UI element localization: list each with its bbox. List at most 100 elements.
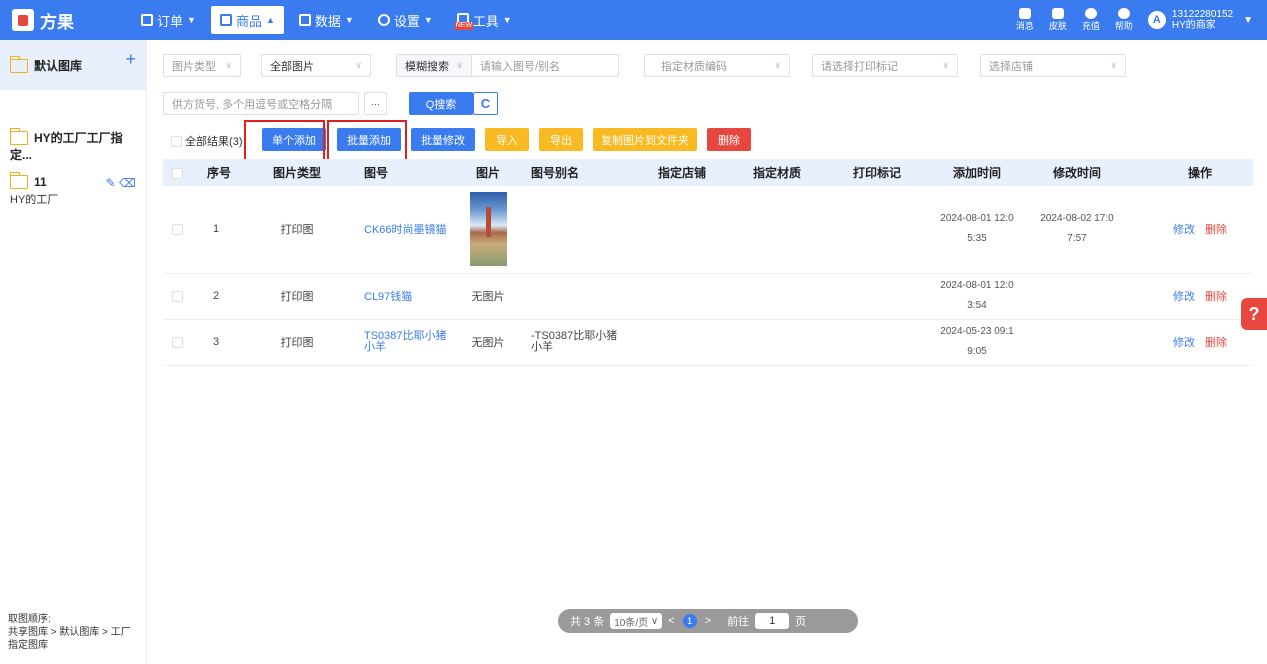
chevron-down-icon: ∨ <box>225 60 232 70</box>
column-header: 图号 <box>364 166 389 180</box>
add-library-button[interactable]: + <box>125 50 136 68</box>
edit-icon[interactable]: ✎ <box>106 176 116 190</box>
next-page-button[interactable]: > <box>705 615 711 627</box>
material-code-select[interactable]: 指定材质编码 ∨ <box>644 54 790 77</box>
cell-alias: -TS0387比耶小猪 小羊 <box>517 319 637 366</box>
nav-label: 商品 <box>235 13 262 29</box>
sidebar-item-11[interactable]: 11 HY的工厂 ✎ ⌫ <box>0 171 146 216</box>
floating-help-button[interactable]: ? <box>1241 298 1267 330</box>
cell-mark <box>827 186 927 274</box>
search-button[interactable]: Q搜索 <box>409 92 473 115</box>
delete-link[interactable]: 删除 <box>1205 337 1227 349</box>
sidebar-item-factory-library[interactable]: HY的工厂工厂指定... <box>0 110 146 162</box>
select-value: 图片类型 <box>172 60 216 73</box>
page-number-current[interactable]: 1 <box>682 614 697 628</box>
highlight-box <box>244 120 325 162</box>
code-line: 小羊 <box>364 341 386 353</box>
copy-to-folder-button[interactable]: 复制图片到文件夹 <box>593 128 697 151</box>
folder-icon <box>9 127 28 145</box>
logo-icon <box>12 9 34 31</box>
cell-code-link[interactable]: TS0387比耶小猪 小羊 <box>347 319 459 366</box>
time-line: 2024-05-23 09:1 <box>940 326 1014 337</box>
nav-products[interactable]: 商品 ▲ <box>210 6 284 34</box>
caret-up-icon: ▲ <box>265 15 275 25</box>
column-header: 指定店铺 <box>657 166 706 180</box>
cell-code-link[interactable]: CL97钱猫 <box>347 273 459 320</box>
store-select[interactable]: 选择店铺 ∨ <box>980 54 1126 77</box>
column-header: 操作 <box>1187 166 1212 180</box>
top-bar: 方果 订单 ▼ 商品 ▲ 数据 ▼ 设置 ▼ NEW 工具 ▼ 消息 皮肤 充值 帮助 A <box>0 0 1267 40</box>
caret-down-icon: ▼ <box>502 15 512 25</box>
image-type-select[interactable]: 图片类型 ∨ <box>163 54 241 77</box>
sidebar-item-default-library[interactable]: 默认图库 + <box>0 40 146 90</box>
time-line: 3:54 <box>967 300 987 311</box>
table-header-row: 序号 图片类型 图号 图片 图号别名 指定店铺 指定材质 打印标记 添加时间 修… <box>163 159 1253 186</box>
more-options-button[interactable]: ··· <box>364 92 387 115</box>
image-thumbnail[interactable] <box>469 192 507 267</box>
sidebar: 默认图库 + HY的工厂工厂指定... 11 HY的工厂 ✎ ⌫ 取图顺序: 共… <box>0 40 147 664</box>
refresh-button[interactable]: C <box>473 92 498 115</box>
cell-mark <box>827 273 927 320</box>
edit-link[interactable]: 修改 <box>1173 291 1195 303</box>
nav-settings[interactable]: 设置 ▼ <box>369 6 442 34</box>
supplier-sku-input[interactable]: 供方货号, 多个用逗号或空格分隔 <box>163 92 359 115</box>
nav-data[interactable]: 数据 ▼ <box>290 6 363 34</box>
cell-store <box>637 319 727 366</box>
help-button[interactable]: 帮助 <box>1115 8 1133 32</box>
goto-page-input[interactable]: 1 <box>755 613 790 629</box>
cell-no: 2 <box>191 273 247 320</box>
search-mode-select[interactable]: 模糊搜索 ∨ <box>396 54 472 77</box>
export-button[interactable]: 导出 <box>539 128 583 151</box>
recharge-button[interactable]: 充值 <box>1082 8 1100 32</box>
select-value: 指定材质编码 <box>661 60 727 73</box>
column-header: 序号 <box>206 166 231 180</box>
delete-link[interactable]: 删除 <box>1205 291 1227 303</box>
cell-actions: 修改 删除 <box>1127 319 1253 366</box>
row-checkbox[interactable] <box>163 319 191 366</box>
sidebar-footer: 取图顺序: 共享图库 > 默认图库 > 工厂 指定图库 <box>8 613 131 652</box>
messages-button[interactable]: 消息 <box>1016 8 1034 32</box>
alias-line: 小羊 <box>531 341 553 353</box>
product-icon <box>219 14 232 26</box>
row-checkbox[interactable] <box>163 273 191 320</box>
all-results-checkbox[interactable]: 全部结果(3) <box>171 133 243 149</box>
cell-code-link[interactable]: CK66时尚墨镜猫 <box>347 186 459 274</box>
folder-icon <box>9 171 28 189</box>
trash-icon[interactable]: ⌫ <box>119 176 136 190</box>
user-info: 13122280152 HY的商家 <box>1172 9 1233 31</box>
batch-edit-button[interactable]: 批量修改 <box>411 128 475 151</box>
all-results-label: 全部结果(3) <box>185 136 243 148</box>
folder-icon <box>9 55 28 73</box>
row-checkbox[interactable] <box>163 186 191 274</box>
app-logo[interactable]: 方果 <box>12 8 132 33</box>
prev-page-button[interactable]: < <box>668 615 674 627</box>
time-line: 5:35 <box>967 233 987 245</box>
highlight-box <box>327 120 407 161</box>
image-no-input[interactable]: 请输入图号/别名 <box>471 54 619 77</box>
edit-link[interactable]: 修改 <box>1173 337 1195 349</box>
cell-material <box>727 186 827 274</box>
edit-link[interactable]: 修改 <box>1173 224 1195 236</box>
cell-modified-time: 2024-08-02 17:0 7:57 <box>1027 186 1127 274</box>
delete-button[interactable]: 删除 <box>707 128 751 151</box>
chevron-down-icon: ∨ <box>650 615 659 627</box>
print-mark-select[interactable]: 请选择打印标记 ∨ <box>812 54 958 77</box>
cell-image: 无图片 <box>459 273 517 320</box>
delete-link[interactable]: 删除 <box>1205 224 1227 236</box>
caret-down-icon: ▼ <box>1243 14 1253 26</box>
import-button[interactable]: 导入 <box>485 128 529 151</box>
user-menu[interactable]: A 13122280152 HY的商家 ▼ <box>1147 9 1253 31</box>
checkbox-icon <box>171 167 183 179</box>
header-icon-label: 充值 <box>1081 21 1100 31</box>
all-images-select[interactable]: 全部图片 ∨ <box>261 54 371 77</box>
skin-button[interactable]: 皮肤 <box>1049 8 1067 32</box>
nav-orders[interactable]: 订单 ▼ <box>132 6 205 34</box>
table-row: 1 打印图 CK66时尚墨镜猫 2024-08-01 12:0 5:35 2024… <box>163 186 1253 274</box>
page-size-select[interactable]: 10条/页 ∨ <box>610 613 663 629</box>
caret-down-icon: ▼ <box>423 15 433 25</box>
cell-modified-time <box>1027 319 1127 366</box>
recharge-icon <box>1084 8 1097 19</box>
header-select-all[interactable] <box>163 159 191 186</box>
nav-tools[interactable]: NEW 工具 ▼ <box>448 6 521 34</box>
cell-image[interactable] <box>459 186 517 274</box>
